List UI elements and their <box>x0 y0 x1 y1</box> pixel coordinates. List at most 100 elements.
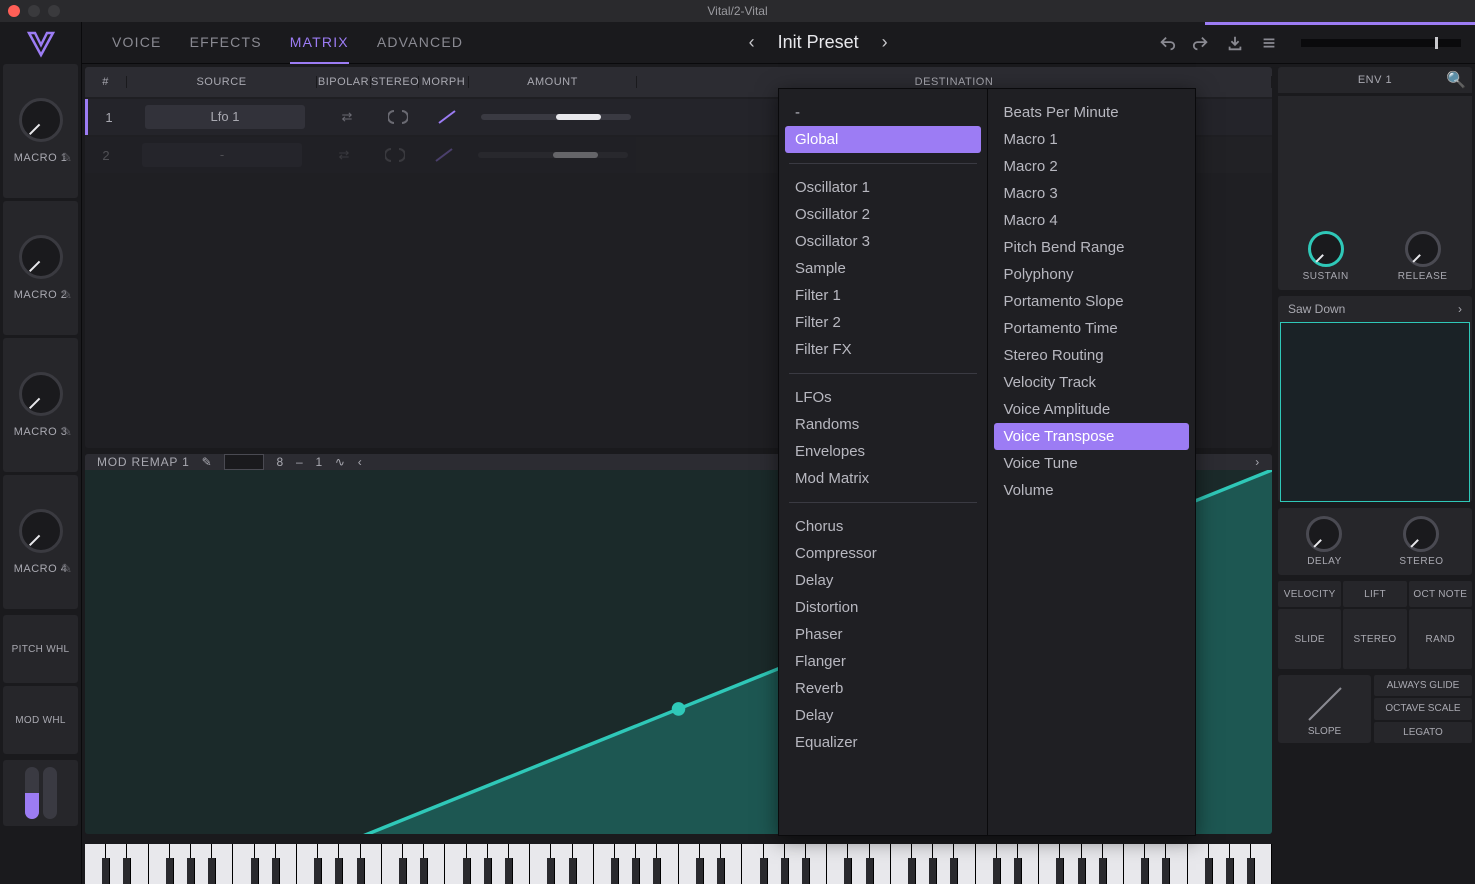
piano-key[interactable] <box>420 858 428 884</box>
close-window-icon[interactable] <box>8 5 20 17</box>
save-icon[interactable] <box>1225 33 1245 53</box>
macro-3[interactable]: ✎MACRO 3 <box>3 338 78 472</box>
lfo-preset-name[interactable]: Saw Down <box>1288 302 1345 316</box>
piano-key[interactable] <box>399 858 407 884</box>
piano-key[interactable] <box>505 858 513 884</box>
piano-key[interactable] <box>569 858 577 884</box>
mod-button-stereo[interactable]: STEREO <box>1343 609 1406 669</box>
piano-key[interactable] <box>187 858 195 884</box>
dropdown-item[interactable]: Macro 2 <box>994 153 1190 180</box>
pencil-icon[interactable]: ✎ <box>61 150 72 166</box>
dropdown-item[interactable]: Delay <box>785 567 981 594</box>
pencil-icon[interactable]: ✎ <box>61 287 72 303</box>
remap-next[interactable]: › <box>1255 455 1260 469</box>
dropdown-item[interactable]: Stereo Routing <box>994 342 1190 369</box>
piano-key[interactable] <box>908 858 916 884</box>
piano-key[interactable] <box>1247 858 1255 884</box>
macro-knob[interactable] <box>19 235 63 279</box>
stereo-knob[interactable]: STEREO <box>1399 516 1443 567</box>
destination-dropdown[interactable]: -GlobalOscillator 1Oscillator 2Oscillato… <box>778 88 1196 836</box>
piano-key[interactable] <box>484 858 492 884</box>
source-selector[interactable]: - <box>142 143 302 167</box>
piano-key[interactable] <box>993 858 1001 884</box>
dropdown-item[interactable]: Portamento Time <box>994 315 1190 342</box>
mod-button-slide[interactable]: SLIDE <box>1278 609 1341 669</box>
lfo-display[interactable] <box>1280 322 1470 502</box>
dropdown-item[interactable]: Velocity Track <box>994 369 1190 396</box>
pencil-icon[interactable]: ✎ <box>61 561 72 577</box>
piano-key[interactable] <box>1056 858 1064 884</box>
slope-display[interactable]: SLOPE <box>1278 675 1371 743</box>
pitch-wheel-slot[interactable]: PITCH WHL <box>3 615 78 683</box>
piano-key[interactable] <box>1205 858 1213 884</box>
remap-grid-y[interactable]: 1 <box>315 455 322 469</box>
dropdown-item[interactable]: Voice Amplitude <box>994 396 1190 423</box>
pitch-wheel[interactable] <box>25 767 39 819</box>
mod-button-rand[interactable]: RAND <box>1409 609 1472 669</box>
morph-curve[interactable] <box>434 107 460 127</box>
remap-pattern[interactable] <box>224 454 264 470</box>
dropdown-item[interactable]: Envelopes <box>785 438 981 465</box>
preset-name[interactable]: Init Preset <box>778 32 859 53</box>
piano-key[interactable] <box>102 858 110 884</box>
piano-key[interactable] <box>844 858 852 884</box>
piano-key[interactable] <box>1141 858 1149 884</box>
dropdown-item[interactable]: Reverb <box>785 675 981 702</box>
piano-key[interactable] <box>547 858 555 884</box>
delay-knob[interactable]: DELAY <box>1306 516 1342 567</box>
macro-knob[interactable] <box>19 372 63 416</box>
env-tab[interactable]: ENV 1 <box>1344 70 1406 90</box>
mod-button-velocity[interactable]: VELOCITY <box>1278 581 1341 607</box>
sustain-knob[interactable]: SUSTAIN <box>1303 231 1349 282</box>
minimize-window-icon[interactable] <box>28 5 40 17</box>
mod-wheel[interactable] <box>43 767 57 819</box>
mod-button-lift[interactable]: LIFT <box>1343 581 1406 607</box>
remap-grid-x[interactable]: 8 <box>276 455 283 469</box>
tab-voice[interactable]: VOICE <box>112 22 162 64</box>
macro-2[interactable]: ✎MACRO 2 <box>3 201 78 335</box>
keyboard[interactable] <box>85 840 1272 884</box>
dropdown-item[interactable]: Phaser <box>785 621 981 648</box>
dropdown-item[interactable]: Sample <box>785 255 981 282</box>
redo-icon[interactable] <box>1191 33 1211 53</box>
piano-key[interactable] <box>611 858 619 884</box>
option-legato[interactable]: LEGATO <box>1374 722 1472 743</box>
dropdown-item[interactable]: Voice Tune <box>994 450 1190 477</box>
dropdown-item[interactable]: Filter FX <box>785 336 981 363</box>
dropdown-item[interactable]: Beats Per Minute <box>994 99 1190 126</box>
piano-key[interactable] <box>1078 858 1086 884</box>
tab-advanced[interactable]: ADVANCED <box>377 22 463 64</box>
piano-key[interactable] <box>929 858 937 884</box>
dropdown-item[interactable]: Macro 4 <box>994 207 1190 234</box>
piano-key[interactable] <box>251 858 259 884</box>
dropdown-item[interactable]: Macro 3 <box>994 180 1190 207</box>
mod-wheel-slot[interactable]: MOD WHL <box>3 686 78 754</box>
source-selector[interactable]: Lfo 1 <box>145 105 305 129</box>
macro-knob[interactable] <box>19 509 63 553</box>
dropdown-item[interactable]: Pitch Bend Range <box>994 234 1190 261</box>
piano-key[interactable] <box>802 858 810 884</box>
master-volume[interactable] <box>1301 39 1461 47</box>
dropdown-item[interactable]: Volume <box>994 477 1190 504</box>
piano-key[interactable] <box>208 858 216 884</box>
remap-prev[interactable]: ‹ <box>358 455 363 469</box>
dropdown-item[interactable]: Oscillator 3 <box>785 228 981 255</box>
bipolar-toggle[interactable]: ⇄ <box>334 107 360 127</box>
dropdown-item[interactable]: Polyphony <box>994 261 1190 288</box>
dropdown-item[interactable]: Chorus <box>785 513 981 540</box>
pencil-icon[interactable]: ✎ <box>202 455 213 469</box>
pencil-icon[interactable]: ✎ <box>61 424 72 440</box>
option-octave-scale[interactable]: OCTAVE SCALE <box>1374 698 1472 719</box>
stereo-toggle[interactable] <box>382 145 408 165</box>
piano-key[interactable] <box>314 858 322 884</box>
piano-key[interactable] <box>123 858 131 884</box>
menu-icon[interactable] <box>1259 33 1279 53</box>
envelope-display[interactable]: SUSTAIN RELEASE <box>1278 96 1472 290</box>
piano-key[interactable] <box>781 858 789 884</box>
dropdown-item[interactable]: LFOs <box>785 384 981 411</box>
macro-knob[interactable] <box>19 98 63 142</box>
dropdown-item[interactable]: Portamento Slope <box>994 288 1190 315</box>
morph-curve[interactable] <box>431 145 457 165</box>
preset-next-button[interactable]: › <box>873 31 897 55</box>
piano-key[interactable] <box>866 858 874 884</box>
